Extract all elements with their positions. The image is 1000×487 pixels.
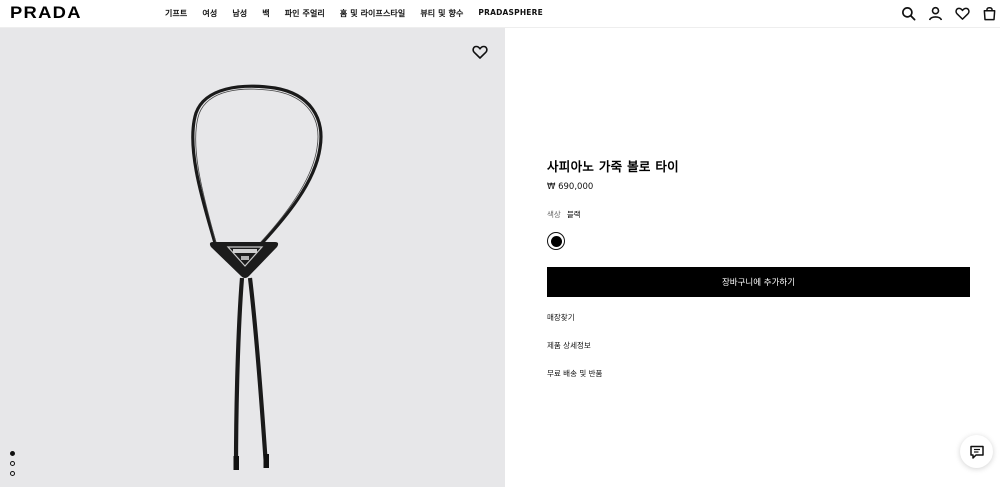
product-info: 사피아노 가죽 볼로 타이 ₩ 690,000 색상 블랙 장바구니에 추가하기… — [547, 156, 970, 379]
header-actions — [901, 6, 997, 21]
color-swatch-black[interactable] — [547, 232, 565, 250]
wishlist-icon[interactable] — [955, 6, 970, 21]
main-nav: 기프트 여성 남성 백 파인 주얼리 홈 및 라이프스타일 뷰티 및 향수 PR… — [165, 8, 558, 19]
gallery-dot[interactable] — [10, 471, 15, 476]
product-image-panel — [0, 28, 505, 487]
nav-item-men[interactable]: 남성 — [232, 8, 247, 19]
color-row: 색상 블랙 — [547, 209, 970, 220]
gallery-dot[interactable] — [10, 461, 15, 466]
product-price: ₩ 690,000 — [547, 182, 594, 192]
product-image[interactable] — [0, 28, 505, 487]
nav-item-home-lifestyle[interactable]: 홈 및 라이프스타일 — [340, 8, 405, 19]
nav-item-pradasphere[interactable]: PRADASPHERE — [478, 8, 543, 19]
color-label: 색상 — [547, 210, 561, 219]
swatch-fill — [550, 235, 562, 247]
nav-item-fine-jewelry[interactable]: 파인 주얼리 — [285, 8, 325, 19]
color-value: 블랙 — [566, 210, 581, 219]
chat-button[interactable] — [960, 435, 993, 468]
favorite-heart-icon[interactable] — [472, 44, 488, 60]
shipping-returns-link[interactable]: 무료 배송 및 반품 — [547, 368, 970, 379]
nav-item-bags[interactable]: 백 — [262, 8, 269, 19]
gallery-dot[interactable] — [10, 451, 15, 456]
search-icon[interactable] — [901, 6, 916, 21]
product-title: 사피아노 가죽 볼로 타이 — [547, 159, 679, 174]
prada-logo[interactable]: PRADA — [10, 3, 82, 23]
add-to-cart-button[interactable]: 장바구니에 추가하기 — [547, 267, 970, 297]
account-icon[interactable] — [928, 6, 943, 21]
find-store-link[interactable]: 매장찾기 — [547, 312, 970, 323]
gallery-pagination — [10, 451, 15, 476]
site-header: PRADA 기프트 여성 남성 백 파인 주얼리 홈 및 라이프스타일 뷰티 및… — [0, 0, 1000, 28]
chat-icon — [969, 445, 984, 459]
nav-item-women[interactable]: 여성 — [202, 8, 217, 19]
nav-item-gifts[interactable]: 기프트 — [165, 8, 187, 19]
nav-item-beauty-fragrance[interactable]: 뷰티 및 향수 — [420, 8, 463, 19]
product-details-link[interactable]: 제품 상세정보 — [547, 340, 970, 351]
shopping-bag-icon[interactable] — [982, 6, 997, 21]
